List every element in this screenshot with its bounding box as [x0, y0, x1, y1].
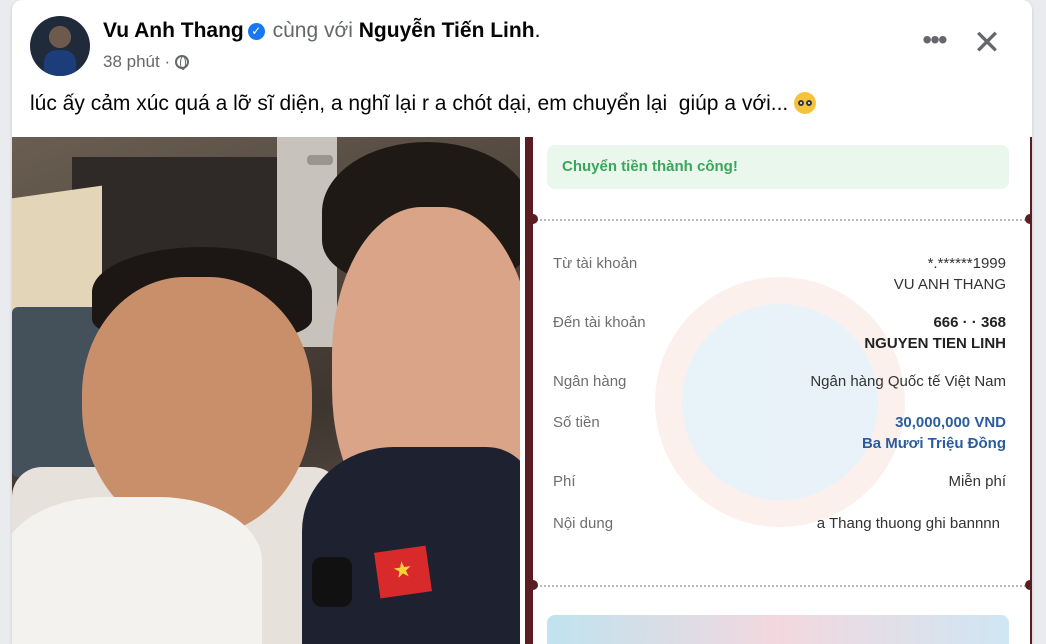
more-options-icon[interactable]: ••• — [916, 26, 952, 62]
photo-door-handle — [307, 155, 333, 165]
photo-box — [12, 185, 102, 319]
vietnam-flag-icon — [374, 545, 432, 599]
receipt-card: Chuyển tiền thành công! Từ tài khoản *.*… — [528, 137, 1032, 644]
author-avatar[interactable] — [30, 16, 90, 76]
success-banner: Chuyển tiền thành công! — [547, 145, 1009, 189]
divider-dot-left — [528, 214, 538, 224]
facebook-post: Vu Anh Thang ✓ cùng với Nguyễn Tiến Linh.… — [12, 0, 1032, 644]
fee-label: Phí — [553, 473, 576, 490]
close-icon[interactable]: ✕ — [967, 24, 1007, 64]
to-account-name: NGUYEN TIEN LINH — [864, 335, 1006, 352]
divider-bottom — [533, 585, 1030, 587]
bank-name: Ngân hàng Quốc tế Việt Nam — [810, 373, 1006, 390]
tagged-user[interactable]: Nguyễn Tiến Linh — [359, 19, 535, 42]
author-name[interactable]: Vu Anh Thang — [103, 19, 244, 42]
selfie-photo[interactable] — [12, 137, 520, 644]
divider-dot-right-bottom — [1025, 580, 1032, 590]
photo-person2-shirt — [302, 447, 520, 644]
pleading-face-emoji-icon — [794, 92, 817, 114]
fee-value: Miễn phí — [948, 473, 1006, 490]
bank-label: Ngân hàng — [553, 373, 627, 390]
meta-separator: · — [164, 52, 171, 71]
to-account-label: Đến tài khoản — [553, 314, 646, 331]
with-text: cùng với — [272, 19, 353, 42]
from-account-name: VU ANH THANG — [893, 276, 1006, 293]
to-account-number: 666 · · 368 — [933, 314, 1006, 331]
photo-person1-shirt — [12, 497, 262, 644]
post-time[interactable]: 38 phút — [103, 52, 160, 71]
post-meta: 38 phút · — [103, 52, 189, 72]
post-caption: lúc ấy cảm xúc quá a lỡ sĩ diện, a nghĩ … — [30, 92, 817, 116]
from-account-number: *.******1999 — [927, 255, 1006, 272]
amount-words: Ba Mươi Triệu Đồng — [861, 435, 1006, 452]
globe-icon[interactable] — [174, 55, 189, 70]
from-account-label: Từ tài khoản — [553, 255, 638, 272]
divider-top — [533, 219, 1030, 221]
promo-banner[interactable] — [547, 615, 1009, 644]
bank-watermark — [655, 277, 905, 527]
transfer-receipt-photo[interactable]: Chuyển tiền thành công! Từ tài khoản *.*… — [525, 137, 1032, 644]
post-header: Vu Anh Thang ✓ cùng với Nguyễn Tiến Linh. — [103, 19, 540, 43]
divider-dot-left-bottom — [528, 580, 538, 590]
divider-dot-right — [1025, 214, 1032, 224]
photo-watch — [312, 557, 352, 607]
content-value: a Thang thuong ghi bannnn — [816, 515, 1000, 532]
content-label: Nội dung — [553, 515, 614, 532]
tagged-suffix: . — [534, 19, 541, 42]
amount-value: 30,000,000 VND — [895, 414, 1006, 431]
amount-label: Số tiền — [553, 414, 600, 431]
caption-text: lúc ấy cảm xúc quá a lỡ sĩ diện, a nghĩ … — [30, 92, 795, 115]
verified-badge-icon: ✓ — [247, 23, 265, 40]
